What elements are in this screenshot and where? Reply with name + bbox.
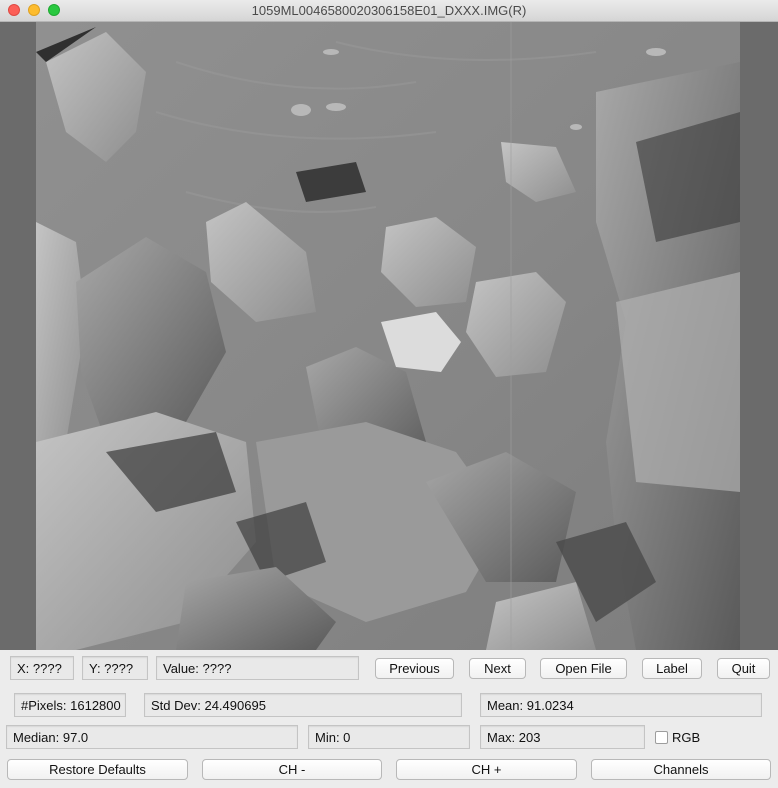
- mean-readout: Mean: 91.0234: [480, 693, 762, 717]
- restore-defaults-button[interactable]: Restore Defaults: [7, 759, 188, 780]
- terrain-image[interactable]: [36, 22, 740, 650]
- max-readout: Max: 203: [480, 725, 645, 749]
- x-coordinate-readout: X: ????: [10, 656, 74, 680]
- next-button[interactable]: Next: [469, 658, 526, 679]
- open-file-button[interactable]: Open File: [540, 658, 627, 679]
- channel-minus-button[interactable]: CH -: [202, 759, 382, 780]
- quit-button[interactable]: Quit: [717, 658, 770, 679]
- channels-button[interactable]: Channels: [591, 759, 771, 780]
- label-button[interactable]: Label: [642, 658, 702, 679]
- min-readout: Min: 0: [308, 725, 470, 749]
- title-bar: 1059ML0046580020306158E01_DXXX.IMG(R): [0, 0, 778, 22]
- std-dev-readout: Std Dev: 24.490695: [144, 693, 462, 717]
- previous-button[interactable]: Previous: [375, 658, 454, 679]
- rgb-checkbox[interactable]: [655, 731, 668, 744]
- image-view[interactable]: [0, 22, 778, 650]
- y-coordinate-readout: Y: ????: [82, 656, 148, 680]
- pixel-count-readout: #Pixels: 1612800: [14, 693, 126, 717]
- rgb-checkbox-label: RGB: [672, 730, 701, 745]
- channel-plus-button[interactable]: CH +: [396, 759, 577, 780]
- pixel-value-readout: Value: ????: [156, 656, 359, 680]
- median-readout: Median: 97.0: [6, 725, 298, 749]
- window-title: 1059ML0046580020306158E01_DXXX.IMG(R): [251, 3, 527, 18]
